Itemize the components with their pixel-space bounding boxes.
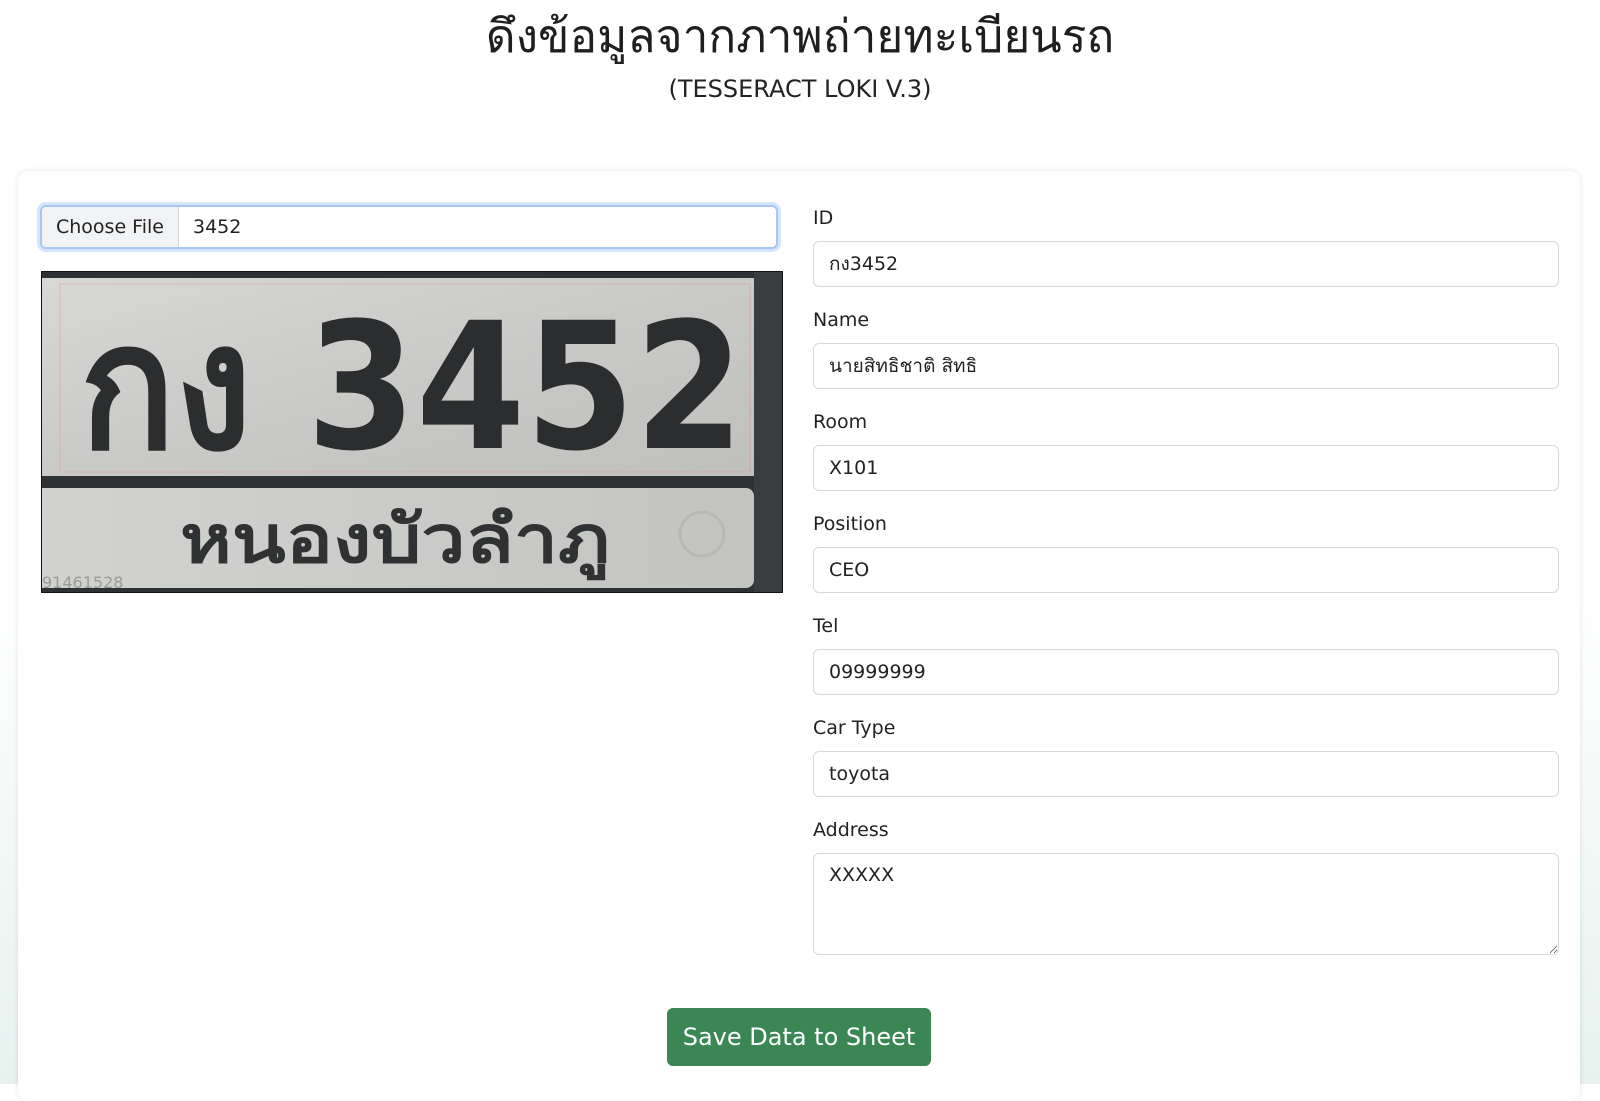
- name-label: Name: [813, 309, 870, 331]
- position-label: Position: [813, 513, 887, 535]
- car-type-field[interactable]: [813, 751, 1559, 797]
- main-card: Choose File 3452 กง 3452 หนองบัวลำภู 914…: [18, 171, 1580, 1101]
- id-label: ID: [813, 207, 834, 229]
- page-subtitle: (TESSERACT LOKI V.3): [668, 75, 932, 103]
- room-field[interactable]: [813, 445, 1559, 491]
- page-title: ดึงข้อมูลจากภาพถ่ายทะเบียนรถ: [485, 9, 1115, 63]
- save-data-button[interactable]: Save Data to Sheet: [667, 1008, 931, 1066]
- address-label: Address: [813, 819, 889, 841]
- tel-field[interactable]: [813, 649, 1559, 695]
- vehicle-form: ID Name Room Position Tel Car Type Addre…: [813, 205, 1559, 955]
- page-header: ดึงข้อมูลจากภาพถ่ายทะเบียนรถ (TESSERACT …: [0, 0, 1600, 104]
- room-label: Room: [813, 411, 868, 433]
- license-plate-image: กง 3452 หนองบัวลำภู 91461528: [41, 271, 783, 593]
- plate-province-text: หนองบัวลำภู: [180, 501, 610, 581]
- position-field[interactable]: [813, 547, 1559, 593]
- plate-number-text: กง 3452: [80, 285, 744, 490]
- id-field[interactable]: [813, 241, 1559, 287]
- name-field[interactable]: [813, 343, 1559, 389]
- plate-corner-text: 91461528: [42, 573, 123, 592]
- choose-file-button[interactable]: Choose File: [42, 207, 179, 247]
- selected-file-name: 3452: [192, 216, 242, 238]
- file-input[interactable]: Choose File 3452: [40, 205, 778, 249]
- address-field[interactable]: XXXXX: [813, 853, 1559, 955]
- tel-label: Tel: [813, 615, 839, 637]
- car-type-label: Car Type: [813, 717, 896, 739]
